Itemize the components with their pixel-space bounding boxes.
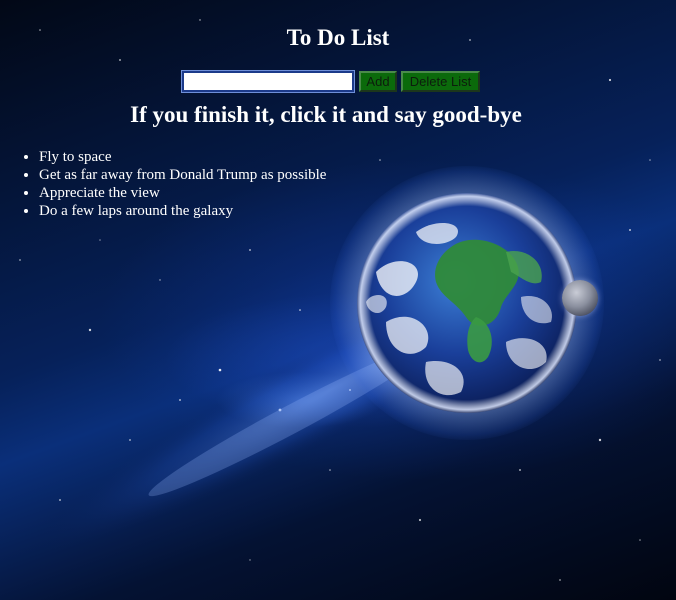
todo-item[interactable]: Get as far away from Donald Trump as pos… bbox=[39, 166, 326, 184]
task-input[interactable] bbox=[181, 70, 355, 93]
todo-item[interactable]: Appreciate the view bbox=[39, 184, 326, 202]
instruction-heading: If you finish it, click it and say good-… bbox=[130, 102, 522, 127]
todo-item[interactable]: Do a few laps around the galaxy bbox=[39, 202, 326, 220]
todo-item[interactable]: Fly to space bbox=[39, 148, 326, 166]
moon-image bbox=[562, 280, 598, 316]
todo-form: Add Delete List bbox=[181, 70, 480, 93]
delete-list-button[interactable]: Delete List bbox=[401, 71, 480, 92]
page-title: To Do List bbox=[286, 25, 390, 50]
todo-list: Fly to space Get as far away from Donald… bbox=[0, 148, 326, 220]
earth-image bbox=[357, 193, 577, 413]
add-button[interactable]: Add bbox=[359, 71, 397, 92]
